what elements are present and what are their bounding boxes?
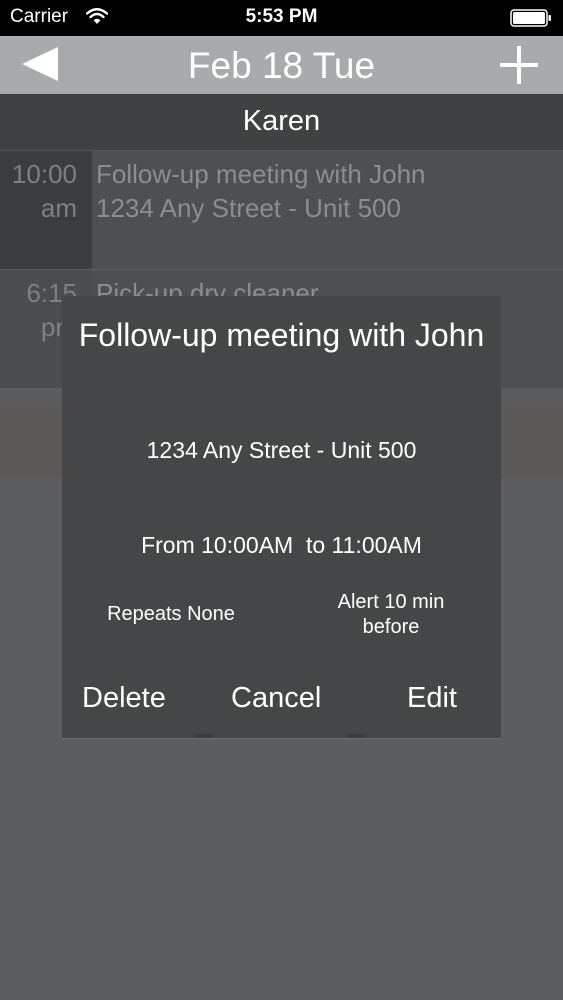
- event-title: Follow-up meeting with John: [96, 159, 426, 189]
- event-time-hour: 10:00: [11, 159, 77, 189]
- owner-name: Karen: [242, 105, 321, 137]
- popup-repeats: Repeats None: [107, 603, 235, 625]
- event-time-period: am: [40, 193, 77, 223]
- event-detail-popup: Follow-up meeting with John 1234 Any Str…: [62, 296, 501, 739]
- nav-title-date: Feb 18 Tue: [187, 45, 376, 86]
- popup-button-row: Delete Cancel Edit: [62, 682, 501, 722]
- calendar-owner-header: Karen: [0, 94, 563, 151]
- event-time: 10:00 am: [12, 157, 77, 225]
- popup-alert: Alert 10 min before: [337, 591, 445, 638]
- plus-icon[interactable]: [500, 46, 538, 84]
- delete-button[interactable]: Delete: [82, 682, 166, 715]
- popup-title: Follow-up meeting with John: [78, 317, 485, 353]
- battery-full-icon: [510, 9, 551, 27]
- button-separator: [193, 734, 213, 738]
- popup-address: 1234 Any Street - Unit 500: [146, 437, 417, 463]
- edit-button[interactable]: Edit: [407, 682, 457, 715]
- status-bar: Carrier 5:53 PM: [0, 0, 563, 36]
- event-body: Follow-up meeting with John 1234 Any Str…: [92, 151, 563, 269]
- status-time: 5:53 PM: [245, 6, 318, 27]
- cancel-button[interactable]: Cancel: [231, 682, 321, 715]
- event-location: 1234 Any Street - Unit 500: [96, 193, 401, 223]
- nav-bar: Feb 18 Tue: [0, 36, 563, 94]
- popup-time-range: From 10:00AM to 11:00AM: [141, 532, 422, 558]
- event-row[interactable]: 10:00 am Follow-up meeting with John 123…: [0, 151, 563, 270]
- event-details: Follow-up meeting with John 1234 Any Str…: [96, 157, 426, 225]
- event-time-column: 10:00 am: [0, 151, 92, 269]
- button-separator: [347, 734, 367, 738]
